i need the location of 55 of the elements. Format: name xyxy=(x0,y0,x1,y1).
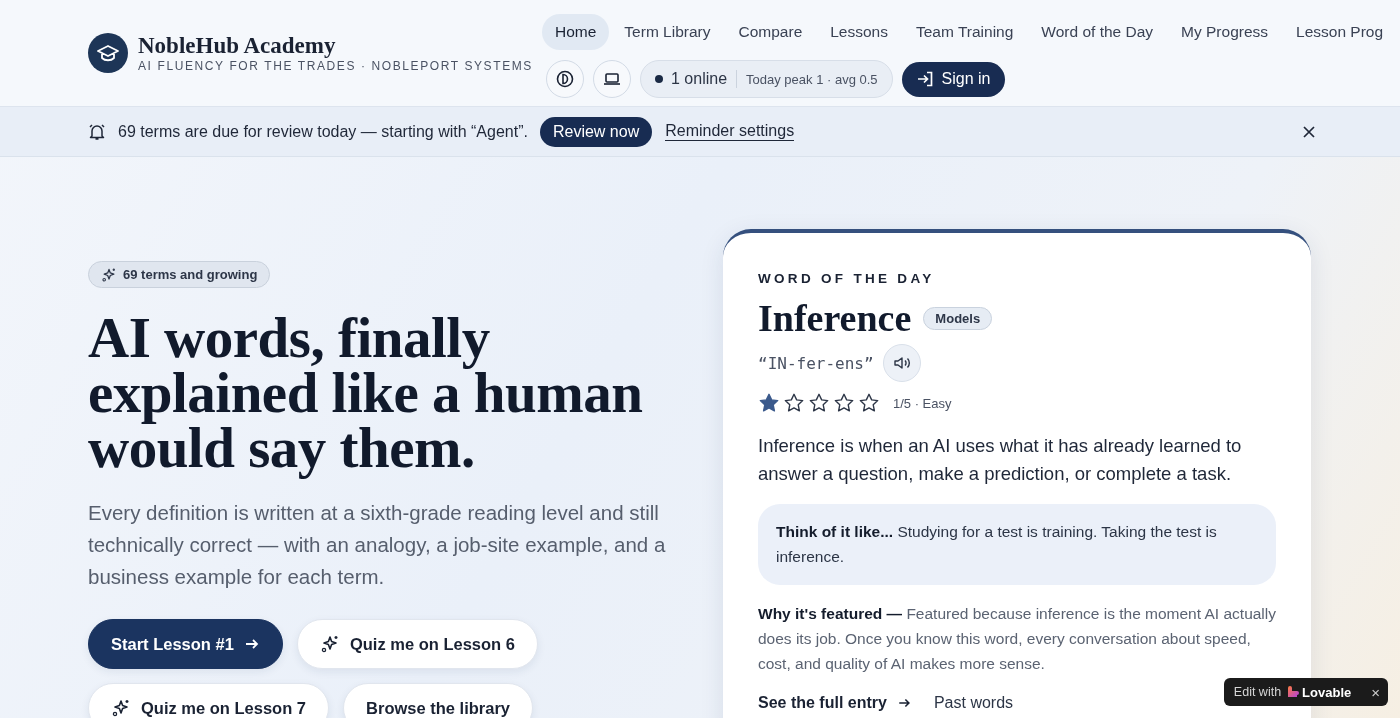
review-now-button[interactable]: Review now xyxy=(539,116,653,147)
definition: Inference is when an AI uses what it has already learned to answer a question, make a prediction, or complete a task. xyxy=(758,434,1243,486)
contrast-icon xyxy=(556,70,574,88)
terms-count: 69 terms and growing xyxy=(123,267,258,282)
speaker-icon xyxy=(892,354,911,372)
hero-intro: Every definition is written at a sixth-grade reading level and still technically correct — with an analogy, a job-site example, and a business example for each term. xyxy=(88,500,667,590)
star-icon xyxy=(758,392,780,414)
nav-tab[interactable]: Team Training xyxy=(903,14,1027,50)
quiz-button[interactable]: Quiz me on Lesson 7 xyxy=(88,683,330,718)
edit-label: Edit with xyxy=(1233,685,1282,699)
bell-icon xyxy=(88,122,106,141)
speaker-button[interactable] xyxy=(882,344,921,382)
laptop-button[interactable] xyxy=(593,60,631,98)
sparkle-icon xyxy=(319,634,340,654)
reminder-settings-link[interactable]: Reminder settings xyxy=(665,122,795,141)
laptop-icon xyxy=(603,71,621,87)
nav-tab[interactable]: My Progress xyxy=(1168,14,1282,50)
presence-stats: Today peak 1 · avg 0.5 xyxy=(745,71,878,87)
analogy-box: Think of it like... Studying for a test is training. Taking the test is inference. xyxy=(758,504,1276,585)
card-eyebrow: WORD OF THE DAY xyxy=(758,271,936,286)
featured-reason: Why it's featured — Featured because inference is the moment AI actually does its job. Once you know this word, every conversation about speed, cost, and quality of AI makes more sense. xyxy=(758,604,1276,674)
nav-tab[interactable]: Compare xyxy=(725,14,816,50)
browse-button[interactable]: Browse the library xyxy=(343,683,533,718)
past-words-link[interactable]: Past words xyxy=(933,694,1014,712)
edit-badge[interactable]: Edit with Lovable × xyxy=(1223,678,1388,706)
term-title: Inference xyxy=(758,296,912,340)
sign-in-icon xyxy=(915,70,934,88)
banner-message: 69 terms are due for review today — starting with “Agent”. xyxy=(118,122,528,141)
nav-tab[interactable]: Word of the Day xyxy=(1028,14,1167,50)
sparkle-icon xyxy=(101,266,117,283)
pronunciation: “IN-fer-ens” xyxy=(758,353,874,373)
full-entry-link[interactable]: See the full entry xyxy=(758,694,912,712)
close-button[interactable]: × xyxy=(1371,683,1380,701)
lovable-wordmark: Lovable xyxy=(1302,684,1352,700)
site-tagline: AI FLUENCY FOR THE TRADES · NOBLEPORT SYSTEMS xyxy=(138,59,533,73)
nav-tab[interactable]: Home xyxy=(542,14,610,50)
category-tag: Models xyxy=(923,306,993,330)
star-icon xyxy=(808,392,830,414)
nav-tab[interactable]: Lessons xyxy=(817,14,901,50)
online-dot xyxy=(655,75,663,83)
nav-tab[interactable]: Term Library xyxy=(611,14,724,50)
sparkle-icon xyxy=(111,698,131,718)
theme-toggle-button[interactable] xyxy=(546,60,584,98)
star-icon xyxy=(858,392,880,414)
star-icon xyxy=(783,392,805,414)
online-count: 1 online xyxy=(671,70,738,88)
arrow-icon xyxy=(896,696,912,710)
quiz-button[interactable]: Quiz me on Lesson 6 xyxy=(296,619,538,669)
start-lesson-button[interactable]: Start Lesson #1 xyxy=(88,619,283,669)
site-name: NobleHub Academy xyxy=(138,33,337,59)
star-icon xyxy=(833,392,855,414)
sign-in-button[interactable]: Sign in xyxy=(901,61,1005,97)
difficulty-label: 1/5 · Easy xyxy=(893,395,952,411)
nav-tab[interactable]: Lesson Prog xyxy=(1283,14,1397,50)
graduation-cap-icon xyxy=(88,33,128,73)
